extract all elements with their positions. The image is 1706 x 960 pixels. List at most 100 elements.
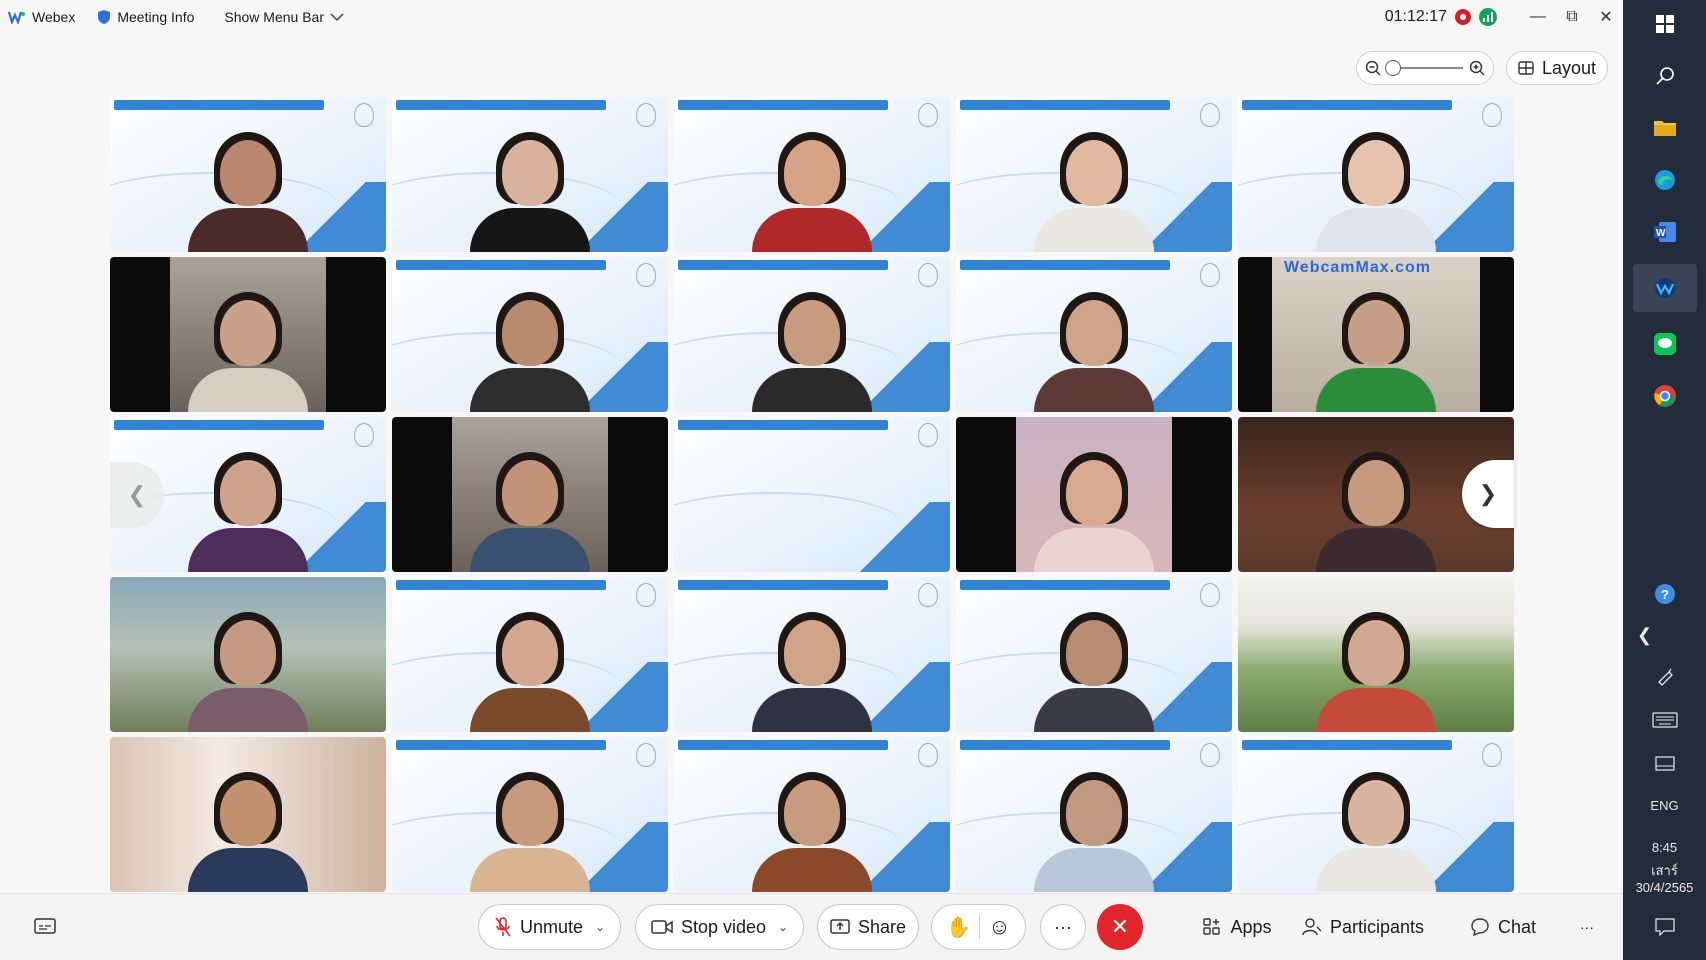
app-name: Webex: [32, 9, 76, 25]
search-icon[interactable]: [1645, 56, 1685, 96]
minimize-icon[interactable]: —: [1521, 0, 1555, 34]
video-tile[interactable]: [956, 737, 1232, 892]
help-icon[interactable]: ?: [1623, 582, 1706, 609]
layout-button[interactable]: Layout: [1506, 51, 1608, 85]
chevron-left-icon[interactable]: ❮: [1623, 625, 1706, 646]
video-tile[interactable]: [110, 577, 386, 732]
share-button[interactable]: Share: [817, 904, 919, 950]
raise-hand-icon[interactable]: ✋: [946, 915, 971, 940]
video-tile[interactable]: [674, 577, 950, 732]
virtual-background-banner: [114, 420, 324, 430]
video-tile[interactable]: WebcamMax.com: [1238, 257, 1514, 412]
video-tile[interactable]: [392, 97, 668, 252]
zoom-out-icon[interactable]: [1365, 60, 1381, 76]
notification-icon[interactable]: [1623, 918, 1706, 939]
restore-icon[interactable]: ⧉: [1555, 0, 1589, 34]
touch-keyboard-icon[interactable]: [1623, 712, 1706, 731]
participant-video: [470, 132, 590, 252]
video-tile[interactable]: [956, 97, 1232, 252]
video-tile[interactable]: [956, 417, 1232, 572]
stop-video-label: Stop video: [680, 916, 766, 937]
webex-logo-icon: [8, 11, 25, 24]
participant-video: [1316, 452, 1436, 572]
input-language[interactable]: ENG: [1623, 798, 1706, 813]
leave-meeting-button[interactable]: ✕: [1097, 904, 1143, 950]
participant-body: [470, 528, 590, 572]
meeting-timer: 01:12:17: [1384, 8, 1447, 25]
virtual-background-banner: [1242, 740, 1452, 750]
chevron-down-icon[interactable]: ⌄: [595, 920, 605, 934]
edge-browser-icon[interactable]: [1645, 160, 1685, 200]
video-tile[interactable]: [674, 257, 950, 412]
word-icon[interactable]: W: [1645, 212, 1685, 252]
video-grid: WebcamMax.com: [110, 97, 1514, 893]
shield-icon: [98, 10, 111, 24]
chevron-down-icon[interactable]: ⌄: [778, 920, 788, 934]
overflow-menu-button[interactable]: ···: [1572, 904, 1602, 950]
participant-face: [1348, 620, 1404, 686]
webex-taskbar-icon[interactable]: [1632, 264, 1697, 312]
participant-video: [752, 612, 872, 732]
unmute-button[interactable]: Unmute ⌄: [478, 904, 621, 950]
video-tile[interactable]: [392, 257, 668, 412]
more-options-button[interactable]: ···: [1040, 904, 1086, 950]
video-tile[interactable]: [956, 577, 1232, 732]
video-tile[interactable]: [392, 577, 668, 732]
show-menu-bar-button[interactable]: Show Menu Bar: [224, 9, 344, 25]
system-time[interactable]: 8:45: [1623, 840, 1706, 855]
participant-face: [502, 780, 558, 846]
line-app-icon[interactable]: [1645, 324, 1685, 364]
start-windows-icon[interactable]: [1645, 4, 1685, 44]
recording-icon[interactable]: [1455, 9, 1471, 25]
zoom-slider-handle[interactable]: [1385, 60, 1401, 76]
participant-video: [470, 292, 590, 412]
meeting-info-button[interactable]: Meeting Info: [97, 9, 194, 25]
file-explorer-icon[interactable]: [1645, 108, 1685, 148]
close-icon[interactable]: ✕: [1589, 0, 1623, 34]
participant-face: [784, 300, 840, 366]
apps-button[interactable]: Apps: [1182, 904, 1292, 950]
participant-face: [1066, 460, 1122, 526]
video-tile[interactable]: [110, 97, 386, 252]
video-tile[interactable]: [392, 417, 668, 572]
pen-icon[interactable]: [1623, 666, 1706, 689]
participants-button[interactable]: Participants: [1298, 904, 1428, 950]
network-health-icon[interactable]: [1479, 8, 1497, 26]
stop-video-button[interactable]: Stop video ⌄: [635, 904, 804, 950]
crest-logo-icon: [1482, 743, 1502, 767]
video-tile[interactable]: [110, 257, 386, 412]
reactions-icon[interactable]: ☺: [988, 914, 1010, 940]
video-tile[interactable]: [1238, 97, 1514, 252]
chevron-down-icon: [330, 13, 344, 22]
crest-logo-icon: [636, 263, 656, 287]
display-icon[interactable]: [1623, 756, 1706, 777]
chat-bubble-icon: [1471, 918, 1489, 937]
background-wedge: [840, 502, 950, 572]
participant-face: [502, 300, 558, 366]
zoom-in-icon[interactable]: [1469, 60, 1485, 76]
participant-video: [188, 292, 308, 412]
video-tile[interactable]: [1238, 577, 1514, 732]
chat-button[interactable]: Chat: [1466, 904, 1540, 950]
zoom-slider[interactable]: [1385, 60, 1463, 76]
app-menu[interactable]: Webex: [8, 9, 75, 25]
video-tile[interactable]: [1238, 737, 1514, 892]
video-tile[interactable]: [110, 737, 386, 892]
participant-video: [1316, 772, 1436, 892]
participant-body: [1034, 528, 1154, 572]
participant-body: [188, 528, 308, 572]
video-tile[interactable]: [956, 257, 1232, 412]
layout-label: Layout: [1541, 57, 1597, 78]
video-tile[interactable]: [674, 417, 950, 572]
participant-face: [784, 620, 840, 686]
system-day: เสาร์: [1651, 863, 1678, 878]
video-tile[interactable]: [674, 737, 950, 892]
participants-label: Participants: [1329, 916, 1425, 937]
chrome-icon[interactable]: [1645, 376, 1685, 416]
meeting-info-label: Meeting Info: [117, 9, 195, 25]
participant-face: [502, 140, 558, 206]
virtual-background-banner: [678, 740, 888, 750]
video-tile[interactable]: [674, 97, 950, 252]
video-tile[interactable]: [392, 737, 668, 892]
captions-button[interactable]: [30, 904, 60, 950]
